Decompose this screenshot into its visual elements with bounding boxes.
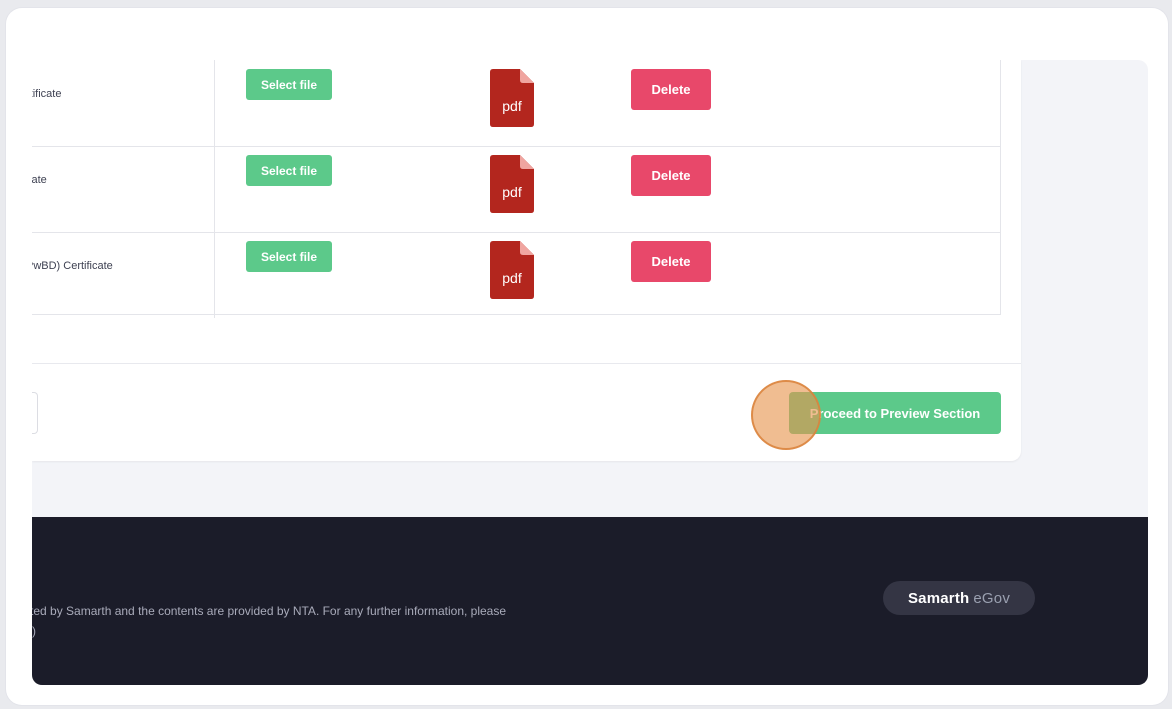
upload-documents-card: rtificate Select file pdf Delete cate Se… xyxy=(32,60,1021,461)
brand-suffix: eGov xyxy=(973,589,1011,607)
site-footer: sted by Samarth and the contents are pro… xyxy=(32,517,1148,685)
pdf-label: pdf xyxy=(502,184,522,200)
delete-button[interactable]: Delete xyxy=(631,155,711,196)
page-viewport: rtificate Select file pdf Delete cate Se… xyxy=(32,60,1148,685)
pdf-icon[interactable]: pdf xyxy=(490,155,534,213)
card-divider xyxy=(32,363,1021,364)
document-name: cate xyxy=(32,174,47,186)
column-divider xyxy=(214,60,215,146)
table-row: PwBD) Certificate Select file pdf Delete xyxy=(32,232,1000,318)
pdf-icon[interactable]: pdf xyxy=(490,69,534,127)
select-file-button[interactable]: Select file xyxy=(246,241,332,272)
brand-name: Samarth xyxy=(907,589,970,607)
document-name: PwBD) Certificate xyxy=(32,260,113,272)
footer-info-text-continued: ) xyxy=(32,624,36,638)
column-divider xyxy=(214,232,215,318)
click-indicator xyxy=(751,380,821,450)
pdf-icon[interactable]: pdf xyxy=(490,241,534,299)
back-button[interactable] xyxy=(32,392,38,434)
samarth-egov-logo[interactable]: Samarth eGov xyxy=(883,581,1035,615)
browser-frame: rtificate Select file pdf Delete cate Se… xyxy=(6,8,1168,705)
pdf-label: pdf xyxy=(502,98,522,114)
table-row: rtificate Select file pdf Delete xyxy=(32,60,1000,147)
delete-button[interactable]: Delete xyxy=(631,69,711,110)
pdf-label: pdf xyxy=(502,270,522,286)
table-row: cate Select file pdf Delete xyxy=(32,146,1000,233)
document-name: rtificate xyxy=(32,88,62,100)
column-divider xyxy=(214,146,215,232)
select-file-button[interactable]: Select file xyxy=(246,69,332,100)
documents-table: rtificate Select file pdf Delete cate Se… xyxy=(32,60,1001,318)
delete-button[interactable]: Delete xyxy=(631,241,711,282)
footer-info-text: sted by Samarth and the contents are pro… xyxy=(32,604,507,618)
select-file-button[interactable]: Select file xyxy=(246,155,332,186)
